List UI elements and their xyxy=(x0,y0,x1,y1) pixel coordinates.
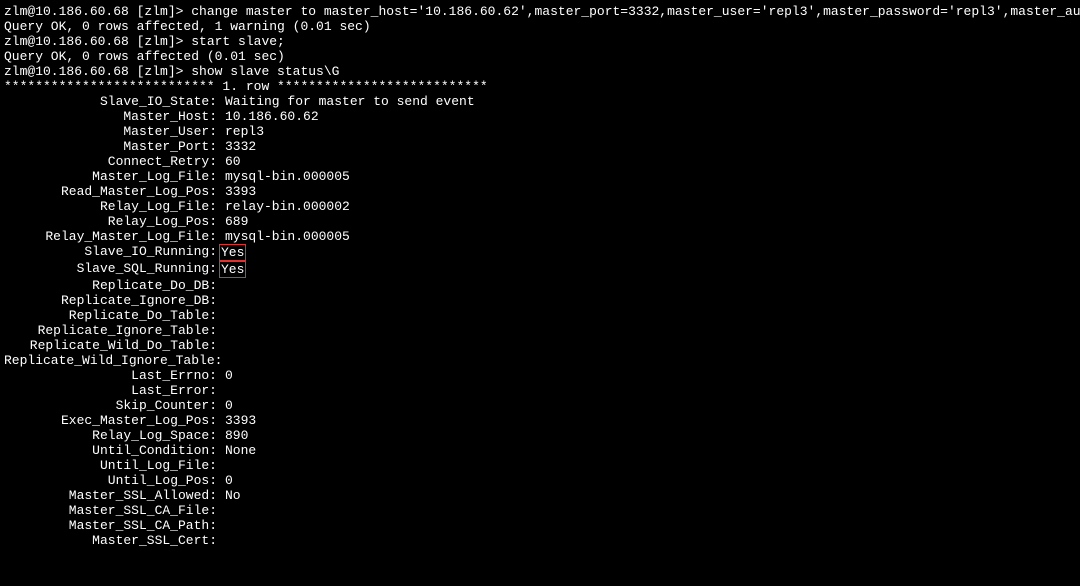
terminal-output: zlm@10.186.60.68 [zlm]> change master to… xyxy=(4,4,1076,548)
status-value-highlighted: Yes xyxy=(219,244,246,261)
status-row: Replicate_Do_Table: xyxy=(4,308,1076,323)
status-value xyxy=(217,383,225,398)
status-value: 0 xyxy=(217,368,233,383)
status-key: Until_Log_File: xyxy=(4,458,217,473)
status-row: Until_Log_Pos:0 xyxy=(4,473,1076,488)
status-value: 0 xyxy=(217,473,233,488)
status-key: Replicate_Ignore_DB: xyxy=(4,293,217,308)
status-value xyxy=(217,278,225,293)
status-row: Relay_Master_Log_File:mysql-bin.000005 xyxy=(4,229,1076,244)
status-value: 890 xyxy=(217,428,248,443)
status-row: Replicate_Wild_Ignore_Table: xyxy=(4,353,1076,368)
status-row: Slave_SQL_Running: Yes xyxy=(4,261,1076,278)
status-key: Master_SSL_Allowed: xyxy=(4,488,217,503)
status-row: Master_SSL_CA_File: xyxy=(4,503,1076,518)
status-key: Slave_SQL_Running: xyxy=(4,261,217,278)
status-key: Replicate_Wild_Do_Table: xyxy=(4,338,217,353)
status-key: Master_User: xyxy=(4,124,217,139)
status-key: Master_Host: xyxy=(4,109,217,124)
terminal-line: zlm@10.186.60.68 [zlm]> change master to… xyxy=(4,4,1076,19)
status-row: Master_SSL_Cert: xyxy=(4,533,1076,548)
status-row: Master_SSL_CA_Path: xyxy=(4,518,1076,533)
status-value: Waiting for master to send event xyxy=(217,94,475,109)
status-value xyxy=(217,533,225,548)
status-key: Until_Log_Pos: xyxy=(4,473,217,488)
status-key: Last_Error: xyxy=(4,383,217,398)
status-row: Slave_IO_State:Waiting for master to sen… xyxy=(4,94,1076,109)
status-key: Replicate_Do_DB: xyxy=(4,278,217,293)
status-value: 10.186.60.62 xyxy=(217,109,319,124)
status-value: repl3 xyxy=(217,124,264,139)
status-key: Relay_Log_File: xyxy=(4,199,217,214)
terminal-line: *************************** 1. row *****… xyxy=(4,79,1076,94)
status-key: Master_SSL_CA_File: xyxy=(4,503,217,518)
status-value-highlighted: Yes xyxy=(219,261,246,278)
status-key: Master_Log_File: xyxy=(4,169,217,184)
status-row: Replicate_Do_DB: xyxy=(4,278,1076,293)
status-value xyxy=(217,323,225,338)
status-key: Master_SSL_Cert: xyxy=(4,533,217,548)
status-key: Master_Port: xyxy=(4,139,217,154)
status-row: Master_Host:10.186.60.62 xyxy=(4,109,1076,124)
status-row: Connect_Retry:60 xyxy=(4,154,1076,169)
status-key: Replicate_Do_Table: xyxy=(4,308,217,323)
terminal-line: Query OK, 0 rows affected, 1 warning (0.… xyxy=(4,19,1076,34)
status-row: Replicate_Ignore_DB: xyxy=(4,293,1076,308)
status-row: Last_Errno:0 xyxy=(4,368,1076,383)
status-value: mysql-bin.000005 xyxy=(217,169,350,184)
terminal-line: Query OK, 0 rows affected (0.01 sec) xyxy=(4,49,1076,64)
status-value xyxy=(217,338,225,353)
status-value: 3332 xyxy=(217,139,256,154)
status-key: Connect_Retry: xyxy=(4,154,217,169)
status-value: mysql-bin.000005 xyxy=(217,229,350,244)
status-key: Until_Condition: xyxy=(4,443,217,458)
status-row: Replicate_Ignore_Table: xyxy=(4,323,1076,338)
status-value xyxy=(217,503,225,518)
status-row: Until_Log_File: xyxy=(4,458,1076,473)
status-key: Slave_IO_State: xyxy=(4,94,217,109)
terminal-line: zlm@10.186.60.68 [zlm]> start slave; xyxy=(4,34,1076,49)
status-key: Relay_Log_Pos: xyxy=(4,214,217,229)
status-value: 60 xyxy=(217,154,241,169)
status-value: 3393 xyxy=(217,413,256,428)
status-value xyxy=(217,308,225,323)
status-value: No xyxy=(217,488,241,503)
status-value xyxy=(217,458,225,473)
status-row: Until_Condition:None xyxy=(4,443,1076,458)
status-row: Master_Port:3332 xyxy=(4,139,1076,154)
status-key: Replicate_Ignore_Table: xyxy=(4,323,217,338)
status-key: Replicate_Wild_Ignore_Table: xyxy=(4,353,217,368)
status-row: Last_Error: xyxy=(4,383,1076,398)
status-value xyxy=(217,293,225,308)
status-row: Replicate_Wild_Do_Table: xyxy=(4,338,1076,353)
status-key: Exec_Master_Log_Pos: xyxy=(4,413,217,428)
status-value: 0 xyxy=(217,398,233,413)
status-row: Slave_IO_Running: Yes xyxy=(4,244,1076,261)
status-key: Slave_IO_Running: xyxy=(4,244,217,261)
status-value xyxy=(217,518,225,533)
status-key: Read_Master_Log_Pos: xyxy=(4,184,217,199)
status-value: 689 xyxy=(217,214,248,229)
status-row: Relay_Log_Pos:689 xyxy=(4,214,1076,229)
status-value: 3393 xyxy=(217,184,256,199)
status-row: Skip_Counter:0 xyxy=(4,398,1076,413)
status-key: Relay_Master_Log_File: xyxy=(4,229,217,244)
status-row: Master_SSL_Allowed:No xyxy=(4,488,1076,503)
status-row: Master_Log_File:mysql-bin.000005 xyxy=(4,169,1076,184)
status-value xyxy=(217,353,225,368)
status-value: None xyxy=(217,443,256,458)
status-row: Exec_Master_Log_Pos:3393 xyxy=(4,413,1076,428)
status-key: Relay_Log_Space: xyxy=(4,428,217,443)
status-key: Skip_Counter: xyxy=(4,398,217,413)
status-row: Relay_Log_File:relay-bin.000002 xyxy=(4,199,1076,214)
status-row: Relay_Log_Space:890 xyxy=(4,428,1076,443)
status-row: Master_User:repl3 xyxy=(4,124,1076,139)
status-key: Master_SSL_CA_Path: xyxy=(4,518,217,533)
status-row: Read_Master_Log_Pos:3393 xyxy=(4,184,1076,199)
status-key: Last_Errno: xyxy=(4,368,217,383)
terminal-line: zlm@10.186.60.68 [zlm]> show slave statu… xyxy=(4,64,1076,79)
status-value: relay-bin.000002 xyxy=(217,199,350,214)
